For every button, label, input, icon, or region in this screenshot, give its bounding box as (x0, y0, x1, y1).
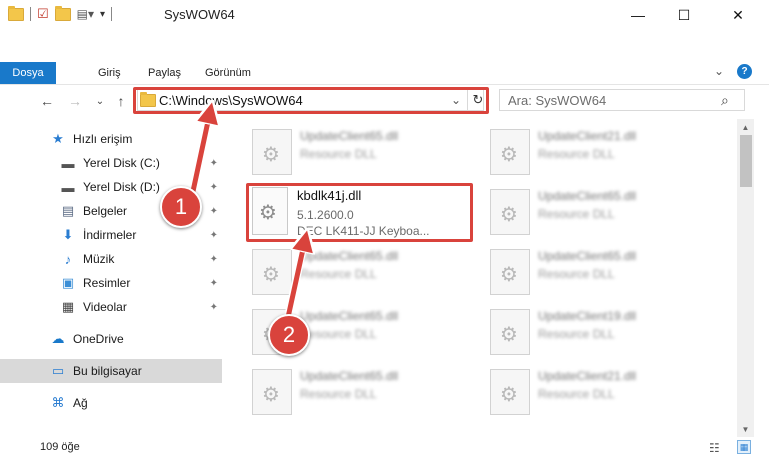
callout-number-1: 1 (160, 186, 202, 228)
callout-number-2: 2 (268, 314, 310, 356)
callout-arrows (188, 0, 769, 326)
